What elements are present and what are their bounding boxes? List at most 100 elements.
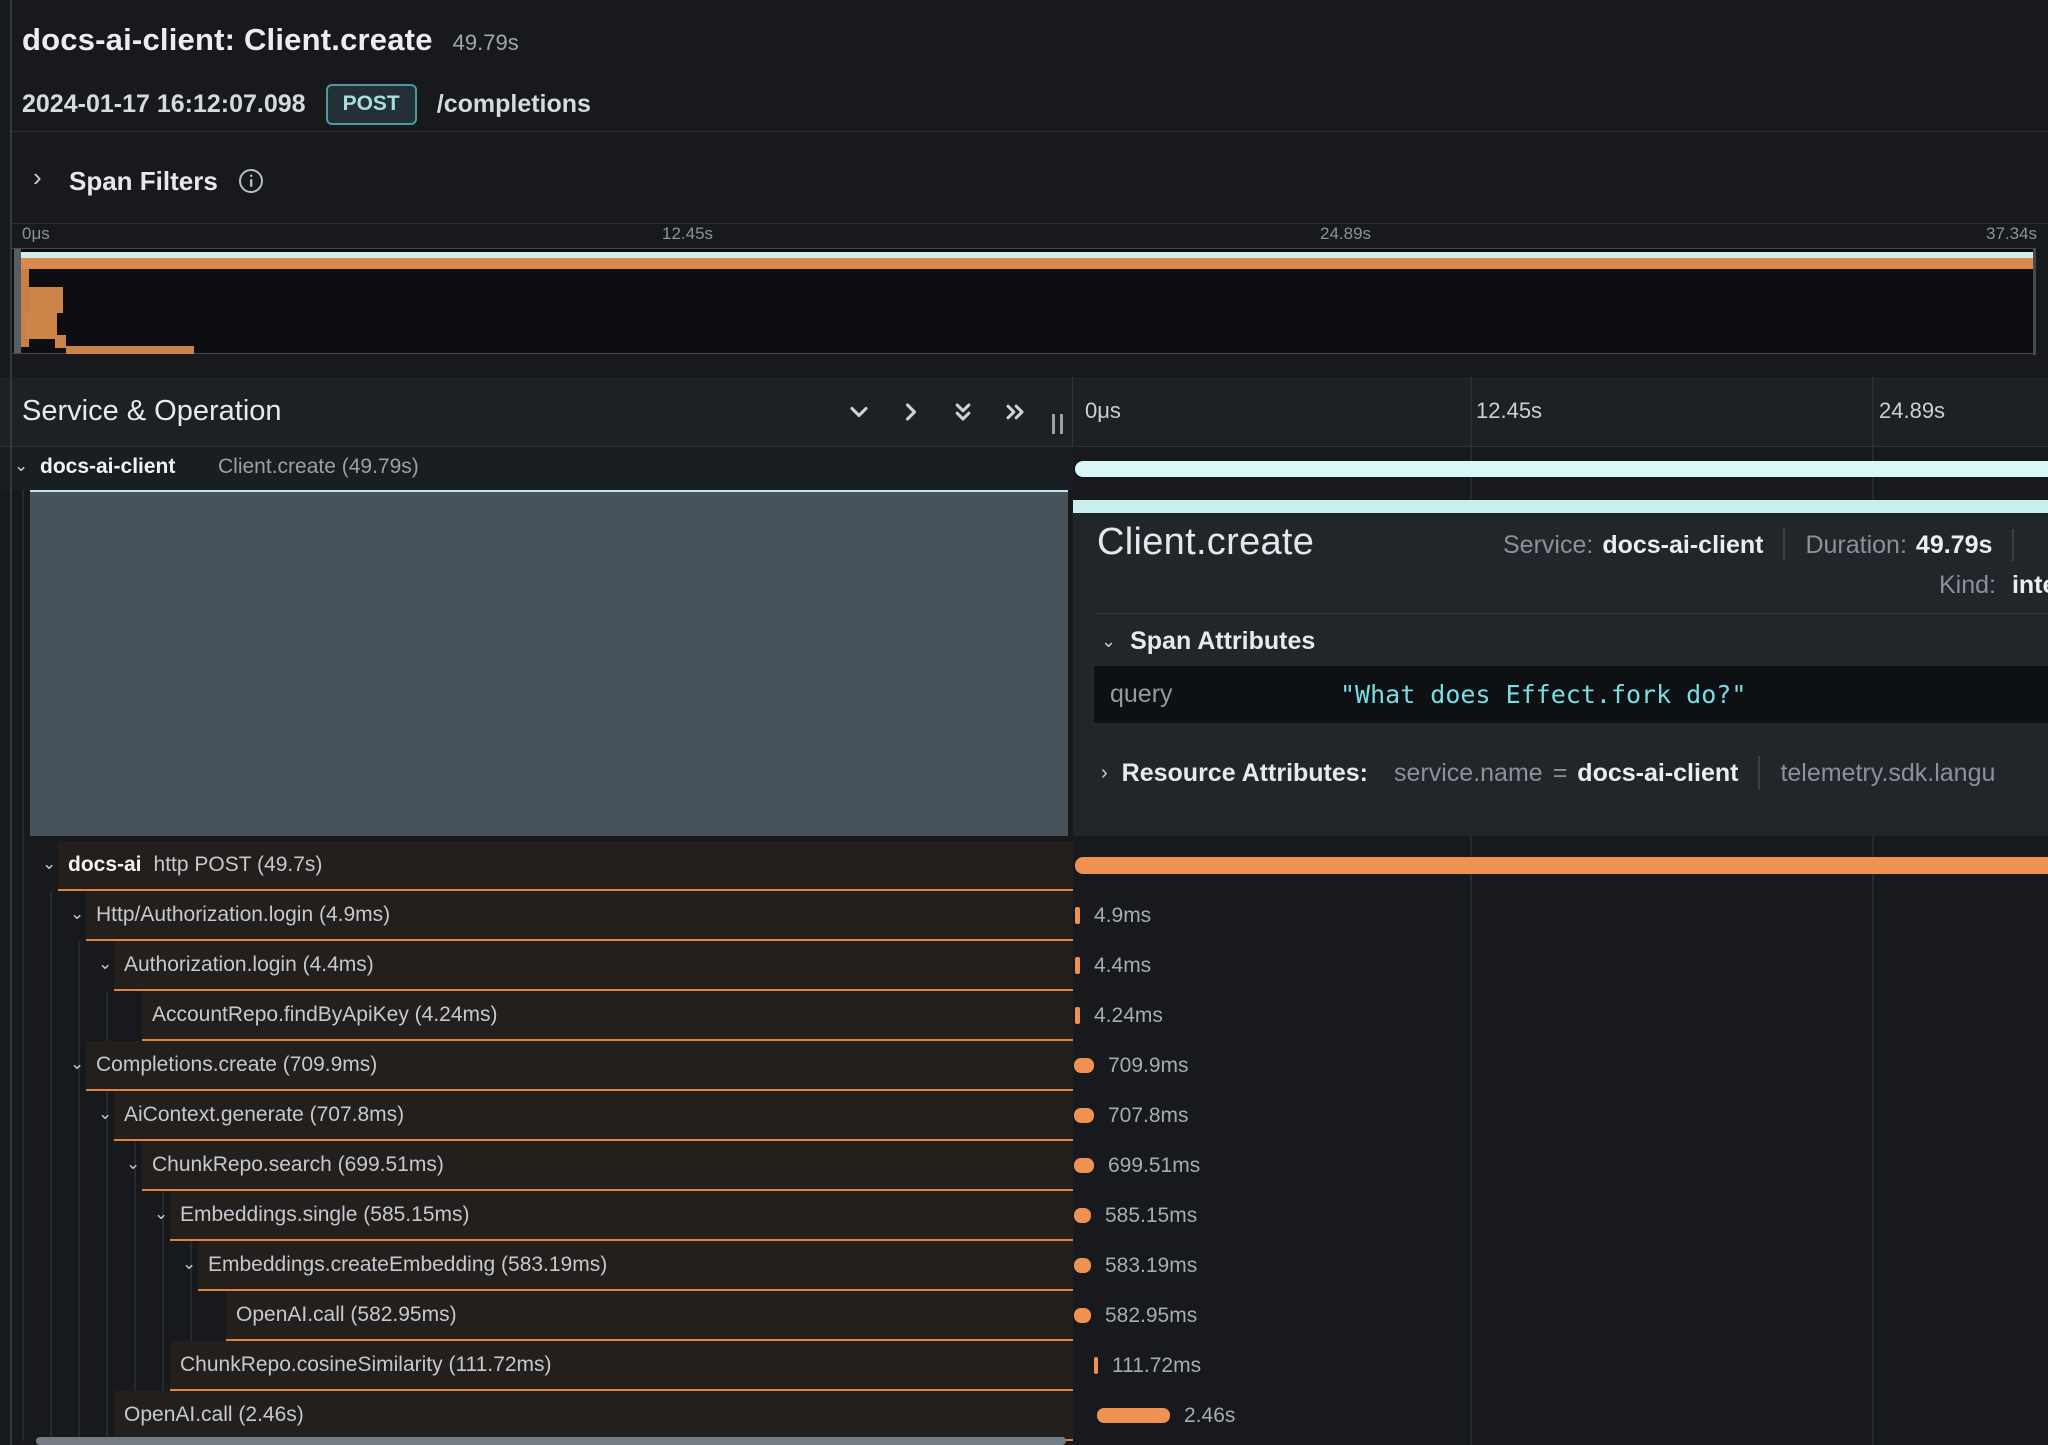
span-duration-marker[interactable] [1074, 1108, 1094, 1123]
span-row[interactable]: ⌄ docs-ai http POST (49.7s) [0, 841, 2048, 891]
span-operation-label: AccountRepo.findByApiKey (4.24ms) [152, 1003, 498, 1027]
span-row-timeline-cell[interactable]: 111.72ms [1073, 1341, 2048, 1391]
span-row-tree-cell[interactable]: ⌄ Embeddings.single (585.15ms) [0, 1191, 1073, 1241]
span-row[interactable]: ⌄ Http/Authorization.login (4.9ms) 4.9ms [0, 891, 2048, 941]
attribute-row[interactable]: query "What does Effect.fork do?" [1093, 665, 2048, 724]
chevron-down-icon[interactable]: ⌄ [154, 1204, 168, 1224]
span-row-tree-cell[interactable]: ⌄ Completions.create (709.9ms) [0, 1041, 1073, 1091]
info-icon[interactable] [237, 167, 265, 195]
span-duration-marker[interactable] [1074, 1258, 1091, 1273]
span-duration-marker[interactable] [1075, 857, 2048, 874]
span-operation-label: ChunkRepo.cosineSimilarity (111.72ms) [180, 1353, 552, 1377]
span-row-timeline-cell[interactable]: 699.51ms [1073, 1141, 2048, 1191]
span-row-tree-cell[interactable]: ⌄ docs-ai http POST (49.7s) [0, 841, 1073, 891]
span-row-timeline-cell[interactable]: 4.9ms [1073, 891, 2048, 941]
chevron-down-icon[interactable]: ⌄ [1101, 631, 1116, 652]
minimap-tick-label: 24.89s [1320, 224, 1371, 244]
span-detail-card: Client.create Service: docs-ai-client Du… [1073, 500, 2048, 836]
collapse-one-icon[interactable] [845, 398, 873, 426]
span-duration-marker[interactable] [1075, 1007, 1080, 1024]
span-row-tree-cell[interactable]: ⌄ OpenAI.call (582.95ms) [0, 1291, 1073, 1341]
column-resize-handle[interactable] [1050, 414, 1066, 434]
span-row-timeline-cell[interactable]: 4.24ms [1073, 991, 2048, 1041]
root-span-row[interactable]: ⌄ docs-ai-client Client.create (49.79s) [0, 447, 2048, 490]
span-row[interactable]: ⌄ OpenAI.call (2.46s) 2.46s [0, 1391, 2048, 1441]
collapse-all-icon[interactable] [949, 398, 977, 426]
span-row-timeline-cell[interactable]: 709.9ms [1073, 1041, 2048, 1091]
span-operation-label: OpenAI.call (2.46s) [124, 1403, 304, 1427]
span-operation-label: AiContext.generate (707.8ms) [124, 1103, 404, 1127]
span-row[interactable]: ⌄ Completions.create (709.9ms) 709.9ms [0, 1041, 2048, 1091]
span-row-surface: docs-ai http POST (49.7s) [58, 841, 1073, 891]
span-row[interactable]: ⌄ OpenAI.call (582.95ms) 582.95ms [0, 1291, 2048, 1341]
span-row-timeline-cell[interactable]: 585.15ms [1073, 1191, 2048, 1241]
chevron-down-icon[interactable]: ⌄ [98, 1104, 112, 1124]
http-method-badge: POST [326, 84, 417, 125]
span-row-timeline-cell[interactable]: 707.8ms [1073, 1091, 2048, 1141]
kind-label: Kind: [1939, 571, 1996, 599]
span-row-tree-cell[interactable]: ⌄ Http/Authorization.login (4.9ms) [0, 891, 1073, 941]
span-duration-label: 585.15ms [1105, 1191, 1197, 1240]
chevron-right-icon[interactable]: › [33, 162, 42, 193]
divider [1758, 756, 1760, 790]
span-row[interactable]: ⌄ ChunkRepo.search (699.51ms) 699.51ms [0, 1141, 2048, 1191]
span-row-tree-cell[interactable]: ⌄ ChunkRepo.cosineSimilarity (111.72ms) [0, 1341, 1073, 1391]
span-duration-marker[interactable] [1074, 1308, 1091, 1323]
span-row[interactable]: ⌄ Authorization.login (4.4ms) 4.4ms [0, 941, 2048, 991]
span-attributes-section[interactable]: ⌄ Span Attributes [1101, 627, 1315, 656]
column-separator [1072, 377, 1073, 447]
span-row[interactable]: ⌄ Embeddings.single (585.15ms) 585.15ms [0, 1191, 2048, 1241]
chevron-down-icon[interactable]: ⌄ [70, 904, 84, 924]
timeline-tick-label: 12.45s [1476, 377, 1542, 445]
trace-minimap[interactable] [12, 248, 2036, 354]
chevron-down-icon[interactable]: ⌄ [14, 456, 28, 476]
span-duration-label: 582.95ms [1105, 1291, 1197, 1340]
span-row-tree-cell[interactable]: ⌄ OpenAI.call (2.46s) [0, 1391, 1073, 1441]
chevron-down-icon[interactable]: ⌄ [98, 954, 112, 974]
span-row-timeline-cell[interactable]: 4.4ms [1073, 941, 2048, 991]
chevron-down-icon[interactable]: ⌄ [182, 1254, 196, 1274]
span-operation-label: Authorization.login (4.4ms) [124, 953, 374, 977]
span-row[interactable]: ⌄ AccountRepo.findByApiKey (4.24ms) 4.24… [0, 991, 2048, 1041]
service-label: Service: [1503, 531, 1593, 560]
chevron-right-icon[interactable]: › [1101, 762, 1108, 785]
span-duration-marker[interactable] [1074, 1208, 1091, 1223]
span-row-tree-cell[interactable]: ⌄ Authorization.login (4.4ms) [0, 941, 1073, 991]
span-row[interactable]: ⌄ Embeddings.createEmbedding (583.19ms) … [0, 1241, 2048, 1291]
span-row-tree-cell[interactable]: ⌄ ChunkRepo.search (699.51ms) [0, 1141, 1073, 1191]
expand-one-icon[interactable] [897, 398, 925, 426]
span-row-tree-cell[interactable]: ⌄ AiContext.generate (707.8ms) [0, 1091, 1073, 1141]
tree-horizontal-scrollbar[interactable] [36, 1437, 1066, 1445]
span-duration-marker[interactable] [1075, 907, 1080, 924]
span-row-timeline-cell[interactable]: 583.19ms [1073, 1241, 2048, 1291]
span-row-surface: OpenAI.call (582.95ms) [226, 1291, 1073, 1341]
span-row[interactable]: ⌄ ChunkRepo.cosineSimilarity (111.72ms) … [0, 1341, 2048, 1391]
span-operation-label: OpenAI.call (582.95ms) [236, 1303, 457, 1327]
span-duration-label: 4.4ms [1094, 941, 1151, 990]
span-row-timeline-cell[interactable]: 2.46s [1073, 1391, 2048, 1441]
span-row-tree-cell[interactable]: ⌄ Embeddings.createEmbedding (583.19ms) [0, 1241, 1073, 1291]
root-span-row-left[interactable]: ⌄ docs-ai-client Client.create (49.79s) [0, 447, 1073, 490]
chevron-down-icon[interactable]: ⌄ [70, 1054, 84, 1074]
chevron-down-icon[interactable]: ⌄ [126, 1154, 140, 1174]
span-duration-marker[interactable] [1074, 1158, 1094, 1173]
minimap-drag-handle[interactable] [14, 249, 21, 353]
span-row[interactable]: ⌄ AiContext.generate (707.8ms) 707.8ms [0, 1091, 2048, 1141]
span-row-timeline-cell[interactable] [1073, 841, 2048, 891]
resource-attributes-section[interactable]: › Resource Attributes: service.name = do… [1101, 756, 1995, 790]
span-row-surface: AiContext.generate (707.8ms) [114, 1091, 1073, 1141]
span-duration-marker[interactable] [1074, 1058, 1094, 1073]
expand-all-icon[interactable] [1001, 398, 1029, 426]
span-duration-marker[interactable] [1097, 1408, 1170, 1423]
span-duration-marker[interactable] [1075, 957, 1080, 974]
span-filters-section[interactable]: › Span Filters [0, 158, 900, 210]
span-duration-marker[interactable] [1094, 1357, 1098, 1374]
root-span-duration-bar[interactable] [1075, 461, 2048, 477]
span-row-surface: ChunkRepo.search (699.51ms) [142, 1141, 1073, 1191]
span-duration-label: 4.24ms [1094, 991, 1163, 1040]
span-row-surface: Authorization.login (4.4ms) [114, 941, 1073, 991]
chevron-down-icon[interactable]: ⌄ [42, 854, 56, 874]
minimap-tick-label: 12.45s [662, 224, 713, 244]
span-row-timeline-cell[interactable]: 582.95ms [1073, 1291, 2048, 1341]
span-row-tree-cell[interactable]: ⌄ AccountRepo.findByApiKey (4.24ms) [0, 991, 1073, 1041]
